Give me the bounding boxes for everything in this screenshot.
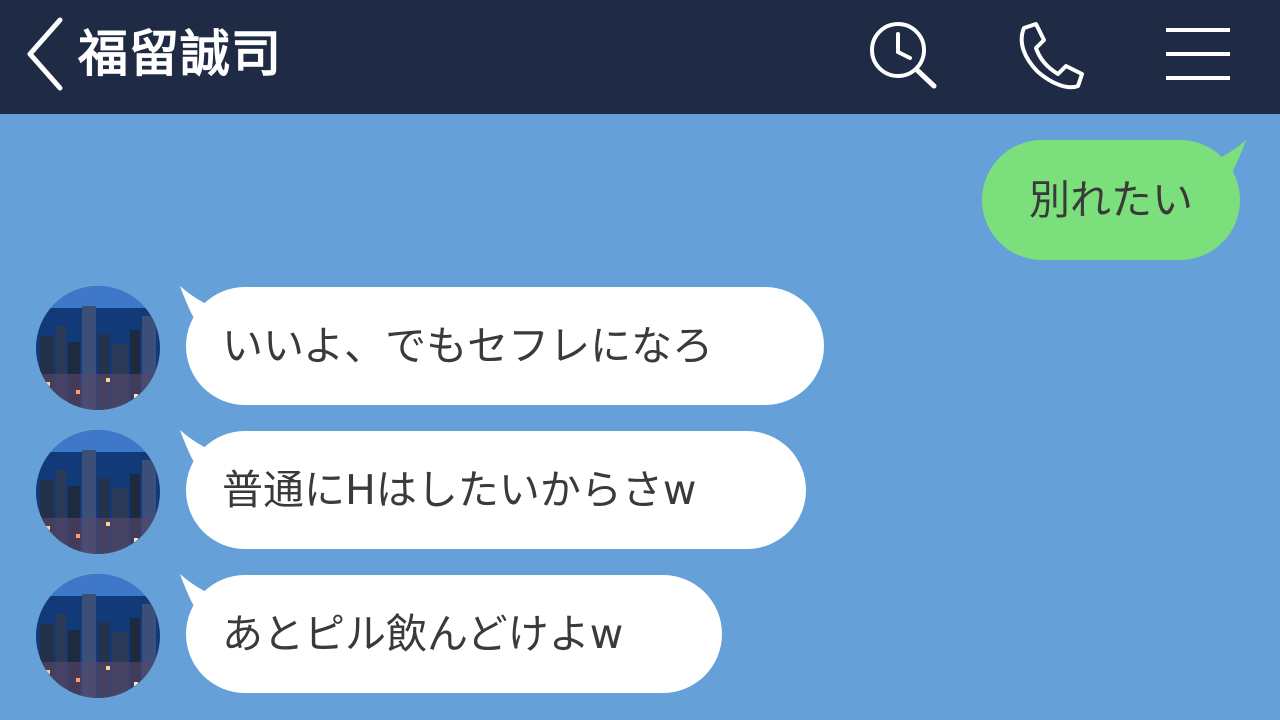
incoming-message-bubble[interactable]: 普通にHはしたいからさw	[186, 431, 806, 549]
outgoing-message-bubble[interactable]: 別れたい	[982, 140, 1240, 260]
contact-avatar[interactable]	[36, 430, 160, 554]
search-clock-icon[interactable]	[864, 18, 944, 92]
contact-name-title: 福留誠司	[78, 25, 282, 83]
chat-header: 福留誠司	[0, 0, 1280, 114]
chevron-left-icon[interactable]	[22, 14, 72, 94]
contact-avatar[interactable]	[36, 574, 160, 698]
contact-avatar[interactable]	[36, 286, 160, 410]
hamburger-menu-icon[interactable]	[1160, 22, 1236, 86]
chat-screen: 福留誠司 別れたい いいよ、でもセフレになろ 普通にHはしたいからさw あとピル…	[0, 0, 1280, 720]
phone-icon[interactable]	[1008, 18, 1088, 92]
incoming-message-bubble[interactable]: いいよ、でもセフレになろ	[186, 287, 824, 405]
incoming-message-bubble[interactable]: あとピル飲んどけよw	[186, 575, 722, 693]
